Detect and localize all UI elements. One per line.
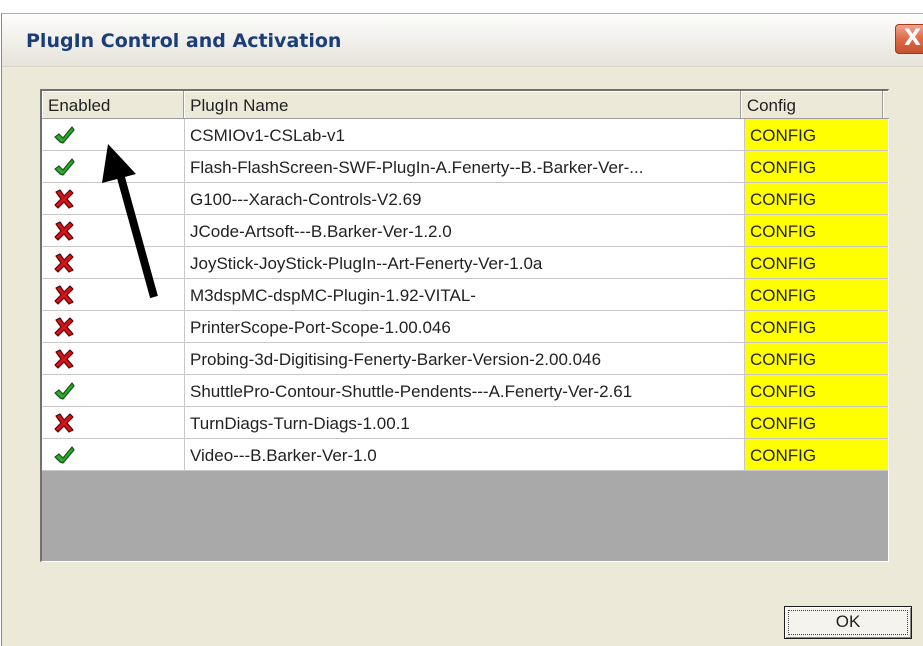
table-row[interactable]: G100---Xarach-Controls-V2.69 CONFIG xyxy=(42,183,889,215)
config-cell[interactable]: CONFIG xyxy=(745,247,888,279)
config-cell[interactable]: CONFIG xyxy=(745,375,888,407)
table-body: CSMIOv1-CSLab-v1 CONFIG Flash-FlashScreen… xyxy=(42,119,889,471)
plugin-name-cell[interactable]: CSMIOv1-CSLab-v1 xyxy=(185,119,745,151)
table-row[interactable]: JCode-Artsoft---B.Barker-Ver-1.2.0 CONFIG xyxy=(42,215,889,247)
table-row[interactable]: PrinterScope-Port-Scope-1.00.046 CONFIG xyxy=(42,311,889,343)
table-header: Enabled PlugIn Name Config xyxy=(42,91,889,119)
plugin-name-cell[interactable]: Probing-3d-Digitising-Fenerty-Barker-Ver… xyxy=(185,343,745,375)
annotation-arrow xyxy=(102,144,158,299)
plugin-name-cell[interactable]: Video---B.Barker-Ver-1.0 xyxy=(185,439,745,471)
green-check-icon[interactable] xyxy=(53,157,75,177)
config-cell[interactable]: CONFIG xyxy=(745,279,888,311)
config-cell[interactable]: CONFIG xyxy=(745,311,888,343)
green-check-icon[interactable] xyxy=(53,125,75,145)
plugin-dialog-window: PlugIn Control and Activation X Enabled … xyxy=(1,13,923,646)
column-header-enabled[interactable]: Enabled xyxy=(42,91,185,119)
red-x-icon[interactable] xyxy=(53,221,75,241)
plugin-name-cell[interactable]: G100---Xarach-Controls-V2.69 xyxy=(185,183,745,215)
red-x-icon[interactable] xyxy=(53,253,75,273)
plugin-name-cell[interactable]: ShuttlePro-Contour-Shuttle-Pendents---A.… xyxy=(185,375,745,407)
config-cell[interactable]: CONFIG xyxy=(745,119,888,151)
table-row[interactable]: Probing-3d-Digitising-Fenerty-Barker-Ver… xyxy=(42,343,889,375)
column-header-config[interactable]: Config xyxy=(740,91,883,119)
red-x-icon[interactable] xyxy=(53,413,75,433)
red-x-icon[interactable] xyxy=(53,189,75,209)
table-row[interactable]: Video---B.Barker-Ver-1.0 CONFIG xyxy=(42,439,889,471)
plugin-name-cell[interactable]: Flash-FlashScreen-SWF-PlugIn-A.Fenerty--… xyxy=(185,151,745,183)
table-row[interactable]: Flash-FlashScreen-SWF-PlugIn-A.Fenerty--… xyxy=(42,151,889,183)
table-row[interactable]: TurnDiags-Turn-Diags-1.00.1 CONFIG xyxy=(42,407,889,439)
enabled-cell[interactable] xyxy=(42,343,185,375)
plugin-name-cell[interactable]: TurnDiags-Turn-Diags-1.00.1 xyxy=(185,407,745,439)
plugin-name-cell[interactable]: JoyStick-JoyStick-PlugIn--Art-Fenerty-Ve… xyxy=(185,247,745,279)
enabled-cell[interactable] xyxy=(42,407,185,439)
config-cell[interactable]: CONFIG xyxy=(745,151,888,183)
enabled-cell[interactable] xyxy=(42,375,185,407)
column-header-filler xyxy=(883,91,889,119)
config-cell[interactable]: CONFIG xyxy=(745,343,888,375)
enabled-cell[interactable] xyxy=(42,439,185,471)
close-button[interactable]: X xyxy=(895,24,923,54)
plugin-name-cell[interactable]: JCode-Artsoft---B.Barker-Ver-1.2.0 xyxy=(185,215,745,247)
config-cell[interactable]: CONFIG xyxy=(745,407,888,439)
column-header-plugin-name[interactable]: PlugIn Name xyxy=(184,91,741,119)
dialog-title: PlugIn Control and Activation xyxy=(26,30,342,52)
config-cell[interactable]: CONFIG xyxy=(745,439,888,471)
red-x-icon[interactable] xyxy=(53,349,75,369)
plugin-list: Enabled PlugIn Name Config CSMIOv1-CSLab… xyxy=(40,89,889,562)
red-x-icon[interactable] xyxy=(53,317,75,337)
green-check-icon[interactable] xyxy=(53,445,75,465)
red-x-icon[interactable] xyxy=(53,285,75,305)
table-row[interactable]: ShuttlePro-Contour-Shuttle-Pendents---A.… xyxy=(42,375,889,407)
table-row[interactable]: JoyStick-JoyStick-PlugIn--Art-Fenerty-Ve… xyxy=(42,247,889,279)
green-check-icon[interactable] xyxy=(53,381,75,401)
config-cell[interactable]: CONFIG xyxy=(745,183,888,215)
table-row[interactable]: CSMIOv1-CSLab-v1 CONFIG xyxy=(42,119,889,151)
plugin-name-cell[interactable]: M3dspMC-dspMC-Plugin-1.92-VITAL- xyxy=(185,279,745,311)
ok-button-label: OK xyxy=(835,612,861,631)
config-cell[interactable]: CONFIG xyxy=(745,215,888,247)
title-bar[interactable]: PlugIn Control and Activation xyxy=(2,14,923,67)
plugin-name-cell[interactable]: PrinterScope-Port-Scope-1.00.046 xyxy=(185,311,745,343)
ok-button[interactable]: OK xyxy=(784,606,912,639)
table-row[interactable]: M3dspMC-dspMC-Plugin-1.92-VITAL- CONFIG xyxy=(42,279,889,311)
enabled-cell[interactable] xyxy=(42,311,185,343)
